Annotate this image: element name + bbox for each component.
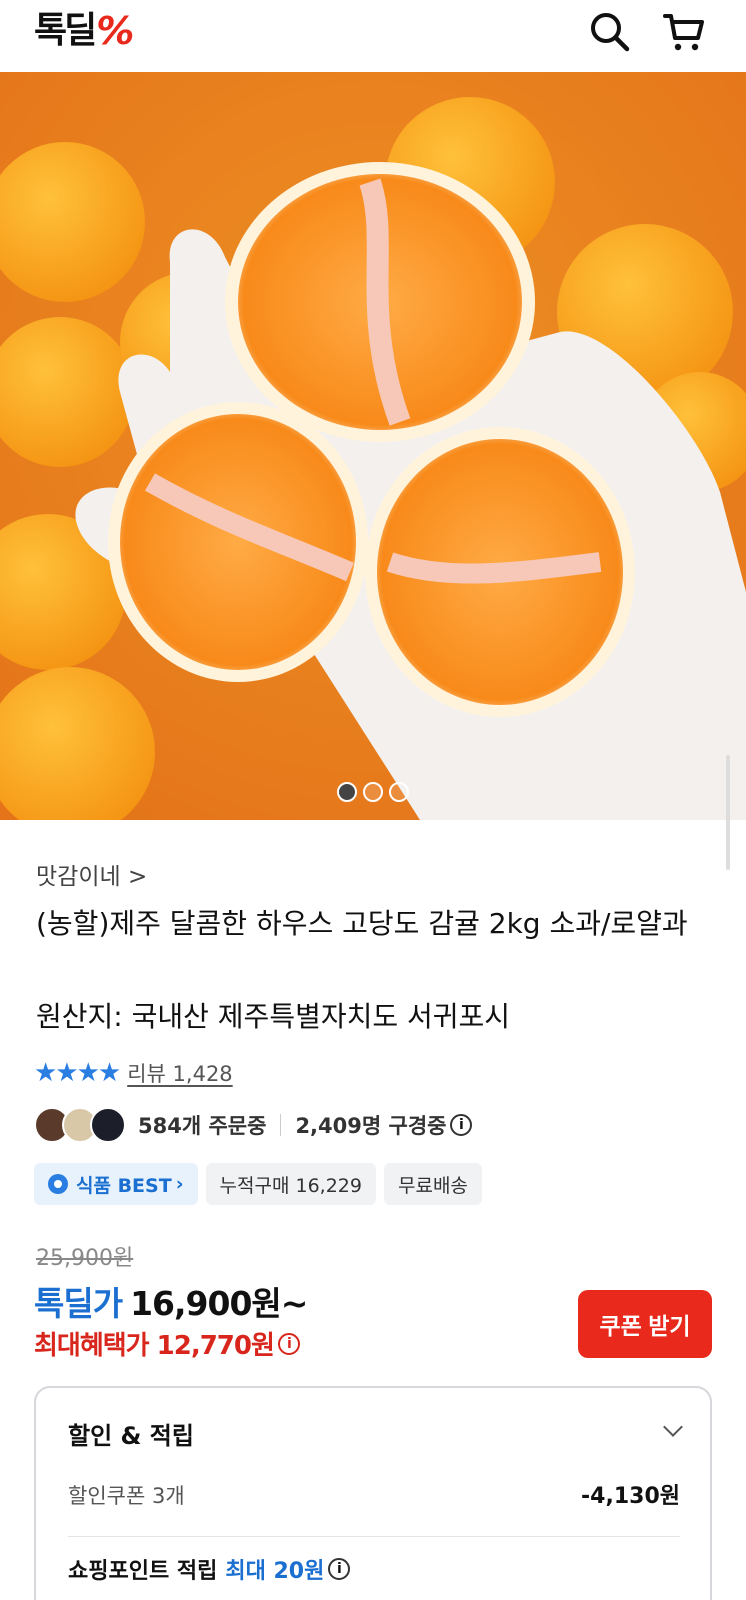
avatar bbox=[90, 1107, 126, 1143]
chevron-right-icon: › bbox=[175, 1173, 184, 1195]
original-price: 25,900원 bbox=[36, 1246, 134, 1271]
benefit-title: 할인 & 적립 bbox=[68, 1422, 194, 1450]
search-icon[interactable] bbox=[588, 10, 632, 54]
carousel-dot-2[interactable] bbox=[363, 782, 383, 802]
points-row: 쇼핑포인트 적립 최대 20원 i bbox=[68, 1553, 351, 1585]
product-image-carousel[interactable] bbox=[0, 72, 746, 820]
divider bbox=[280, 1114, 282, 1136]
tag-free-shipping: 무료배송 bbox=[383, 1163, 482, 1205]
star-rating: ★★★★ bbox=[34, 1058, 121, 1088]
coupon-count: 할인쿠폰 3개 bbox=[68, 1484, 185, 1508]
carousel-dot-3[interactable] bbox=[389, 782, 409, 802]
social-proof-row: 584개 주문중 2,409명 구경중 i bbox=[34, 1105, 473, 1145]
order-count: 584개 주문중 bbox=[138, 1114, 267, 1138]
max-benefit-price: 최대혜택가 12,770원 bbox=[34, 1331, 275, 1361]
info-icon[interactable]: i bbox=[277, 1332, 300, 1355]
max-benefit-row: 최대혜택가 12,770원 i bbox=[34, 1325, 300, 1362]
chevron-down-icon[interactable] bbox=[663, 1417, 683, 1437]
points-label: 쇼핑포인트 적립 bbox=[68, 1559, 218, 1584]
watcher-count: 2,409명 구경중 bbox=[295, 1114, 447, 1138]
points-max: 최대 20원 bbox=[225, 1559, 325, 1584]
seller-link[interactable]: 맛감이네 > bbox=[36, 857, 147, 891]
tag-food-best[interactable]: 식품 BEST › bbox=[34, 1163, 198, 1205]
logo-text: 톡딜 bbox=[34, 10, 97, 51]
product-origin: 원산지: 국내산 제주특별자치도 서귀포시 bbox=[36, 1000, 511, 1033]
rating-row: ★★★★ 리뷰 1,428 bbox=[34, 1058, 233, 1088]
review-link[interactable]: 리뷰 1,428 bbox=[127, 1058, 232, 1088]
carousel-indicators bbox=[0, 782, 746, 802]
tag-best-label: 식품 BEST bbox=[76, 1174, 172, 1197]
discount-benefit-panel[interactable]: 할인 & 적립 할인쿠폰 3개 -4,130원 쇼핑포인트 적립 최대 20원 … bbox=[34, 1386, 712, 1600]
product-tags: 식품 BEST › 누적구매 16,229 무료배송 bbox=[34, 1163, 482, 1205]
coupon-discount-amount: -4,130원 bbox=[581, 1484, 680, 1509]
tag-cumulative-purchases: 누적구매 16,229 bbox=[205, 1163, 376, 1205]
cart-icon[interactable] bbox=[662, 10, 706, 54]
info-icon[interactable]: i bbox=[450, 1114, 473, 1136]
page-scrollbar[interactable] bbox=[726, 755, 730, 870]
get-coupon-button[interactable]: 쿠폰 받기 bbox=[578, 1290, 712, 1358]
buyer-avatars bbox=[34, 1107, 126, 1143]
badge-icon bbox=[48, 1174, 68, 1194]
product-title: (농할)제주 달콤한 하우스 고당도 감귤 2kg 소과/로얄과 bbox=[36, 907, 688, 940]
carousel-dot-1[interactable] bbox=[337, 782, 357, 802]
info-icon[interactable]: i bbox=[328, 1558, 351, 1580]
deal-price-row: 톡딜가 16,900원~ bbox=[34, 1277, 308, 1325]
top-header: 톡딜 % bbox=[0, 0, 746, 72]
deal-price-label: 톡딜가 bbox=[34, 1284, 123, 1323]
deal-price: 16,900원~ bbox=[130, 1284, 308, 1323]
divider bbox=[68, 1536, 680, 1537]
product-photo bbox=[0, 72, 746, 820]
brand-logo[interactable]: 톡딜 % bbox=[34, 10, 134, 52]
logo-percent-mark: % bbox=[96, 9, 135, 53]
